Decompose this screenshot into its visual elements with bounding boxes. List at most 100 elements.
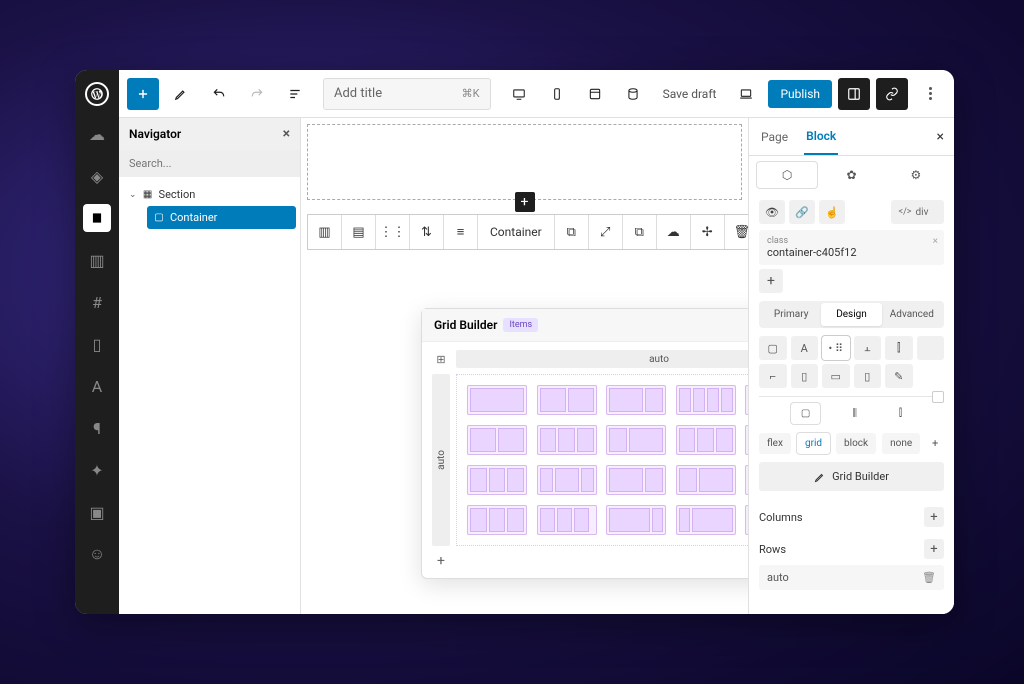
design-grid-icon[interactable]: • ⠿ xyxy=(822,336,850,360)
sub-tab-settings-icon[interactable]: ⚙ xyxy=(886,162,946,188)
pill-tab-advanced[interactable]: Advanced xyxy=(882,303,942,326)
grid-preset[interactable] xyxy=(676,385,736,415)
toolbar-handle-icon[interactable]: ✢ xyxy=(691,215,725,249)
toolbar-layout-icon[interactable]: ▤ xyxy=(342,215,376,249)
element-tag[interactable]: </> div xyxy=(891,200,945,224)
seg-container-icon[interactable]: ▢ xyxy=(791,403,820,424)
grid-preset[interactable] xyxy=(676,425,736,455)
add-row-button[interactable]: + xyxy=(924,539,944,559)
section-dropzone[interactable] xyxy=(307,124,742,200)
add-section-button[interactable]: + xyxy=(515,192,535,212)
toolbar-align-icon[interactable]: ≡ xyxy=(444,215,478,249)
toolbar-delete-icon[interactable]: 🗑 xyxy=(725,215,748,249)
seg-justify-icon[interactable]: ⫼ xyxy=(842,403,867,424)
grid-preset[interactable] xyxy=(745,425,748,455)
design-phone-icon[interactable]: ▯ xyxy=(854,364,882,388)
sub-tab-style-icon[interactable]: ✿ xyxy=(821,162,881,188)
sidebar-cloud-icon[interactable]: ☁ xyxy=(83,120,111,148)
class-selector[interactable]: class container-c405f12 × xyxy=(759,230,944,265)
panel-close-icon[interactable]: × xyxy=(937,129,944,145)
toolbar-copy-icon[interactable]: ⧉ xyxy=(623,215,657,249)
grid-preset[interactable] xyxy=(467,505,527,535)
sidebar-layout-icon[interactable]: ▥ xyxy=(83,246,111,274)
preview-icon[interactable] xyxy=(579,78,611,110)
undo-icon[interactable] xyxy=(203,78,235,110)
link-small-icon[interactable]: 🔗 xyxy=(789,200,815,224)
redo-icon[interactable] xyxy=(241,78,273,110)
design-tablet-icon[interactable]: ▭ xyxy=(822,364,850,388)
toolbar-sort-icon[interactable]: ⇅ xyxy=(410,215,444,249)
grid-preset[interactable] xyxy=(745,385,748,415)
grid-preset[interactable] xyxy=(606,385,666,415)
grid-builder-button[interactable]: Grid Builder xyxy=(759,462,944,491)
laptop-icon[interactable] xyxy=(730,78,762,110)
add-class-button[interactable]: + xyxy=(759,269,783,293)
sidebar-image-icon[interactable]: ▣ xyxy=(83,498,111,526)
visibility-icon[interactable]: 👁 xyxy=(759,200,785,224)
seg-align-icon[interactable]: ⫿ xyxy=(889,403,912,424)
design-typography-icon[interactable]: A xyxy=(791,336,819,360)
tab-page[interactable]: Page xyxy=(759,120,790,154)
pill-tab-primary[interactable]: Primary xyxy=(761,303,821,326)
grid-preset[interactable] xyxy=(537,505,597,535)
tree-item-container[interactable]: ▢ Container xyxy=(147,206,296,229)
sidebar-emoji-icon[interactable]: ☺ xyxy=(83,540,111,568)
grid-preset[interactable] xyxy=(537,425,597,455)
grid-preset[interactable] xyxy=(745,505,748,535)
toolbar-curve-icon[interactable]: ⤢ xyxy=(589,215,623,249)
display-block[interactable]: block xyxy=(836,433,876,454)
row-value-input[interactable]: auto 🗑 xyxy=(759,565,944,590)
design-gap-icon[interactable]: ⫿ xyxy=(885,336,913,360)
sub-tab-box-icon[interactable]: ⬡ xyxy=(757,162,817,188)
grid-preset[interactable] xyxy=(467,465,527,495)
grid-preset[interactable] xyxy=(537,385,597,415)
add-block-button[interactable] xyxy=(127,78,159,110)
design-spacing-icon[interactable]: ▢ xyxy=(759,336,787,360)
grid-preset[interactable] xyxy=(676,465,736,495)
navigator-close-icon[interactable]: × xyxy=(283,126,290,142)
pointer-icon[interactable]: ☝ xyxy=(819,200,845,224)
toolbar-cloud-icon[interactable]: ☁ xyxy=(657,215,691,249)
grid-preset[interactable] xyxy=(537,465,597,495)
tab-block[interactable]: Block xyxy=(804,119,838,155)
save-draft-button[interactable]: Save draft xyxy=(655,87,725,101)
grid-preset[interactable] xyxy=(467,425,527,455)
display-add-icon[interactable]: + xyxy=(926,432,944,454)
wordpress-logo[interactable] xyxy=(85,82,109,106)
database-icon[interactable] xyxy=(617,78,649,110)
sidebar-page-icon[interactable] xyxy=(83,204,111,232)
sidebar-plugin-icon[interactable]: ◈ xyxy=(83,162,111,190)
more-options-icon[interactable] xyxy=(914,78,946,110)
toolbar-layers-icon[interactable]: ⧉ xyxy=(555,215,589,249)
settings-sidebar-toggle[interactable] xyxy=(838,78,870,110)
sidebar-columns-icon[interactable]: ▯ xyxy=(83,330,111,358)
add-row-icon[interactable]: + xyxy=(432,552,450,570)
grid-preset[interactable] xyxy=(606,425,666,455)
add-column-button[interactable]: + xyxy=(924,507,944,527)
mobile-view-icon[interactable] xyxy=(541,78,573,110)
grid-preset[interactable] xyxy=(467,385,527,415)
design-mobile-icon[interactable]: ▯ xyxy=(791,364,819,388)
grid-preset[interactable] xyxy=(745,465,748,495)
link-icon[interactable] xyxy=(876,78,908,110)
display-grid[interactable]: grid xyxy=(797,433,830,454)
grid-preset[interactable] xyxy=(606,505,666,535)
navigator-search-input[interactable] xyxy=(119,150,300,177)
delete-row-icon[interactable]: 🗑 xyxy=(922,571,936,584)
toolbar-block-label[interactable]: Container xyxy=(478,215,555,249)
design-radius-icon[interactable]: ⌐ xyxy=(759,364,787,388)
design-extra-icon[interactable] xyxy=(917,336,945,360)
display-flex[interactable]: flex xyxy=(759,433,791,454)
sidebar-paragraph-icon[interactable]: ¶ xyxy=(83,414,111,442)
desktop-view-icon[interactable] xyxy=(503,78,535,110)
toolbar-grid-icon[interactable]: ▥ xyxy=(308,215,342,249)
grid-preset[interactable] xyxy=(606,465,666,495)
sidebar-sparkle-icon[interactable]: ✦ xyxy=(83,456,111,484)
toolbar-drag-icon[interactable]: ⋮⋮ xyxy=(376,215,410,249)
grid-icon[interactable]: ⊞ xyxy=(432,350,450,368)
grid-preset[interactable] xyxy=(676,505,736,535)
row-axis-label[interactable]: auto xyxy=(432,374,450,546)
remove-class-icon[interactable]: × xyxy=(933,236,938,247)
edit-icon[interactable] xyxy=(165,78,197,110)
sidebar-text-icon[interactable]: A xyxy=(83,372,111,400)
